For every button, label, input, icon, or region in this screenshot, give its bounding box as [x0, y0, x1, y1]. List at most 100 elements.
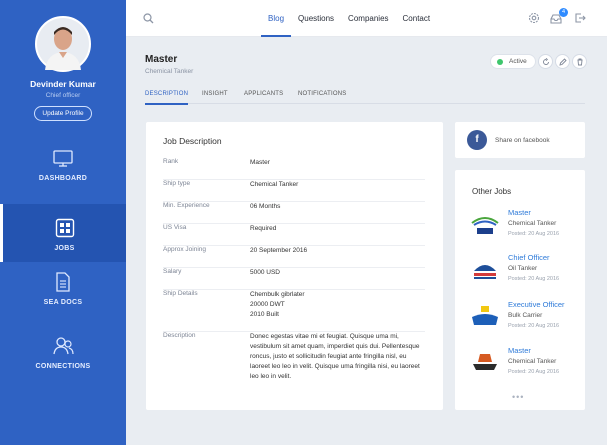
status-label: Active: [509, 58, 527, 65]
sidebar-item-label: CONNECTIONS: [35, 363, 91, 370]
detail-label: Ship Details: [163, 290, 198, 297]
sidebar-item-label: JOBS: [54, 245, 75, 252]
gear-icon[interactable]: [528, 12, 540, 24]
detail-value: 20 September 2016: [250, 247, 308, 254]
notification-badge: 4: [559, 8, 568, 17]
detail-label: Salary: [163, 268, 182, 275]
other-job-company: Chemical Tanker: [508, 358, 557, 365]
detail-row-salary: Salary 5000 USD: [163, 268, 425, 290]
tab-applicants[interactable]: APPLICANTS: [244, 91, 283, 97]
other-job-date: Posted: 20 Aug 2016: [508, 276, 560, 282]
connections-icon: [53, 337, 74, 355]
top-nav: Blog Questions Companies Contact: [261, 0, 437, 37]
ship-detail-line: 20000 DWT: [250, 301, 285, 308]
refresh-icon: [542, 57, 549, 65]
other-job-title: Executive Officer: [508, 300, 565, 309]
top-bar: Blog Questions Companies Contact 4: [126, 0, 607, 37]
pencil-icon: [558, 57, 567, 66]
facebook-icon: f: [467, 130, 487, 150]
refresh-button[interactable]: [538, 54, 553, 69]
jobs-grid-icon: [55, 218, 74, 238]
page-title: Master: [145, 54, 178, 65]
other-job-item[interactable]: Master Chemical Tanker Posted: 20 Aug 20…: [467, 208, 579, 248]
job-header: Master Chemical Tanker: [145, 54, 193, 75]
edit-button[interactable]: [555, 54, 570, 69]
top-nav-contact[interactable]: Contact: [396, 0, 438, 37]
ship-detail-line: Chembulk gibrlater: [250, 291, 305, 298]
profile-block: Devinder Kumar Chief officer Update Prof…: [0, 0, 126, 137]
status-dot-icon: [497, 59, 503, 65]
detail-row-description: Description Donec egestas vitae mi et fe…: [163, 332, 425, 392]
other-jobs-card: Other Jobs Master Chemical Tanker Posted…: [455, 170, 585, 410]
detail-value: 5000 USD: [250, 269, 280, 276]
hurtigruten-logo-icon: [467, 253, 503, 285]
mercy-ships-logo-icon: [467, 208, 503, 240]
delete-button[interactable]: [572, 54, 587, 69]
top-nav-questions[interactable]: Questions: [291, 0, 341, 37]
detail-value: Chembulk gibrlater 20000 DWT 2010 Built: [250, 290, 305, 320]
detail-label: Rank: [163, 158, 179, 165]
detail-label: Approx Joining: [163, 246, 206, 253]
top-nav-blog[interactable]: Blog: [261, 0, 292, 37]
detail-label: Ship type: [163, 180, 191, 187]
detail-row-us-visa: US Visa Required: [163, 224, 425, 246]
sidebar: Devinder Kumar Chief officer Update Prof…: [0, 0, 126, 445]
logout-icon[interactable]: [574, 12, 586, 24]
share-label: Share on facebook: [495, 137, 550, 144]
search-icon[interactable]: [143, 13, 154, 24]
share-facebook-card[interactable]: f Share on facebook: [455, 122, 585, 158]
detail-row-rank: Rank Master: [163, 158, 425, 180]
other-job-item[interactable]: Master Chemical Tanker Posted: 20 Aug 20…: [467, 346, 579, 386]
sidebar-item-connections[interactable]: CONNECTIONS: [0, 336, 126, 386]
sidebar-item-sea-docs[interactable]: SEA DOCS: [0, 272, 126, 322]
other-jobs-title: Other Jobs: [472, 187, 512, 196]
detail-value: 06 Months: [250, 203, 281, 210]
detail-value: Required: [250, 225, 277, 232]
user-name: Devinder Kumar: [30, 79, 96, 89]
tab-description[interactable]: DESCRIPTION: [145, 91, 189, 105]
detail-value: Master: [250, 159, 270, 166]
sidebar-item-jobs[interactable]: JOBS: [0, 204, 126, 262]
monitor-icon: [53, 150, 73, 167]
detail-value: Donec egestas vitae mi et feugiat. Quisq…: [250, 333, 420, 380]
other-job-company: Bulk Carrier: [508, 312, 543, 319]
other-job-title: Master: [508, 208, 531, 217]
other-job-date: Posted: 20 Aug 2016: [508, 323, 560, 329]
other-job-title: Chief Officer: [508, 253, 550, 262]
top-nav-companies[interactable]: Companies: [341, 0, 395, 37]
job-tabs: DESCRIPTION INSIGHT APPLICANTS NOTIFICAT…: [145, 84, 585, 105]
sidebar-item-dashboard[interactable]: DASHBOARD: [0, 150, 126, 200]
detail-label: US Visa: [163, 224, 187, 231]
sidebar-item-label: SEA DOCS: [43, 299, 83, 306]
more-jobs-button[interactable]: •••: [512, 392, 524, 402]
detail-label: Min. Experience: [163, 202, 210, 209]
detail-row-ship-details: Ship Details Chembulk gibrlater 20000 DW…: [163, 290, 425, 332]
ship-line-logo-icon: [467, 346, 503, 378]
tab-notifications[interactable]: NOTIFICATIONS: [298, 91, 347, 97]
ship-detail-line: 2010 Built: [250, 311, 279, 318]
update-profile-button[interactable]: Update Profile: [34, 106, 92, 121]
other-job-item[interactable]: Chief Officer Oil Tanker Posted: 20 Aug …: [467, 253, 579, 293]
other-job-date: Posted: 20 Aug 2016: [508, 369, 560, 375]
notifications-button[interactable]: 4: [550, 8, 568, 30]
tab-insight[interactable]: INSIGHT: [202, 91, 228, 97]
other-job-item[interactable]: Executive Officer Bulk Carrier Posted: 2…: [467, 300, 579, 340]
document-icon: [56, 272, 70, 292]
detail-row-approx-joining: Approx Joining 20 September 2016: [163, 246, 425, 268]
avatar[interactable]: [35, 16, 91, 72]
detail-row-min-experience: Min. Experience 06 Months: [163, 202, 425, 224]
trash-icon: [577, 58, 582, 65]
other-job-title: Master: [508, 346, 531, 355]
job-vessel: Chemical Tanker: [145, 68, 194, 75]
user-role: Chief officer: [45, 92, 81, 99]
detail-label: Description: [163, 332, 196, 339]
detail-value: Chemical Tanker: [250, 181, 299, 188]
card-title: Job Description: [163, 136, 222, 146]
avatar-icon: [37, 18, 89, 70]
other-job-company: Oil Tanker: [508, 265, 538, 272]
sidebar-item-label: DASHBOARD: [38, 175, 88, 182]
detail-row-ship-type: Ship type Chemical Tanker: [163, 180, 425, 202]
other-job-company: Chemical Tanker: [508, 220, 557, 227]
status-badge[interactable]: Active: [490, 54, 536, 69]
other-job-date: Posted: 20 Aug 2016: [508, 231, 560, 237]
